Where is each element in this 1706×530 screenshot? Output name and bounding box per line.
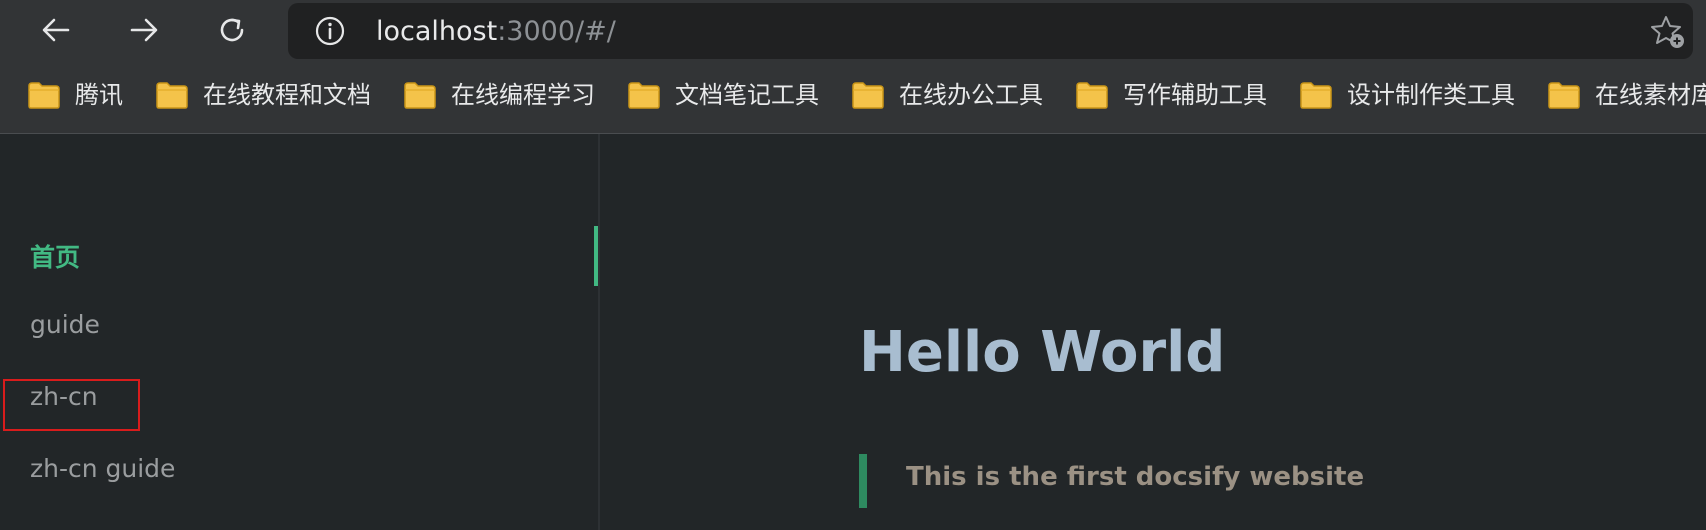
folder-icon	[1548, 82, 1580, 109]
folder-icon	[852, 82, 884, 109]
bookmark-label: 写作辅助工具	[1123, 81, 1267, 109]
reload-icon	[220, 18, 244, 42]
bookmark-folder[interactable]: 在线办公工具	[851, 78, 1043, 112]
bookmark-folder[interactable]: 在线编程学习	[403, 78, 595, 112]
url-path: :3000/#/	[497, 16, 616, 47]
browser-toolbar: localhost:3000/#/	[0, 0, 1706, 64]
info-icon[interactable]	[314, 15, 346, 47]
arrow-left-icon	[42, 18, 70, 42]
bookmark-label: 设计制作类工具	[1347, 81, 1515, 109]
url-text[interactable]: localhost:3000/#/	[376, 16, 616, 48]
address-bar[interactable]: localhost:3000/#/	[288, 3, 1693, 59]
sidebar-item-home[interactable]: 首页	[30, 238, 80, 274]
blockquote-text: This is the first docsify website	[906, 462, 1365, 492]
blockquote-bar	[859, 454, 867, 508]
highlight-annotation-box	[3, 379, 140, 431]
reload-button[interactable]	[212, 8, 252, 52]
folder-icon	[156, 82, 188, 109]
add-bookmark-star-icon[interactable]	[1649, 13, 1687, 51]
folder-icon	[1300, 82, 1332, 109]
bookmark-folder[interactable]: 设计制作类工具	[1299, 78, 1515, 112]
bookmarks-bar: 腾讯 在线教程和文档 在线编程学习 文档笔记工具 在线办公工具 写作辅助工具 设…	[0, 64, 1706, 134]
bookmark-label: 在线素材库	[1595, 81, 1706, 109]
sidebar-item-guide[interactable]: guide	[30, 310, 100, 339]
main-content: Hello World This is the first docsify we…	[600, 134, 1706, 530]
bookmark-folder[interactable]: 腾讯	[27, 78, 123, 112]
folder-icon	[404, 82, 436, 109]
sidebar: 首页 guide zh-cn zh-cn guide	[0, 134, 600, 530]
bookmark-folder[interactable]: 在线教程和文档	[155, 78, 371, 112]
bookmark-label: 在线教程和文档	[203, 81, 371, 109]
page-title: Hello World	[859, 320, 1226, 385]
bookmark-label: 腾讯	[75, 81, 123, 109]
bookmark-folder[interactable]: 在线素材库	[1547, 78, 1706, 112]
folder-icon	[628, 82, 660, 109]
bookmark-folder[interactable]: 写作辅助工具	[1075, 78, 1267, 112]
sidebar-item-zh-cn-guide[interactable]: zh-cn guide	[30, 454, 175, 483]
forward-button[interactable]	[124, 8, 164, 52]
bookmark-label: 文档笔记工具	[675, 81, 819, 109]
back-button[interactable]	[36, 8, 76, 52]
sidebar-active-indicator	[594, 226, 598, 286]
url-host: localhost	[376, 16, 498, 47]
folder-icon	[1076, 82, 1108, 109]
bookmark-folder[interactable]: 文档笔记工具	[627, 78, 819, 112]
folder-icon	[28, 82, 60, 109]
bookmark-label: 在线办公工具	[899, 81, 1043, 109]
arrow-right-icon	[130, 18, 158, 42]
bookmark-label: 在线编程学习	[451, 81, 595, 109]
